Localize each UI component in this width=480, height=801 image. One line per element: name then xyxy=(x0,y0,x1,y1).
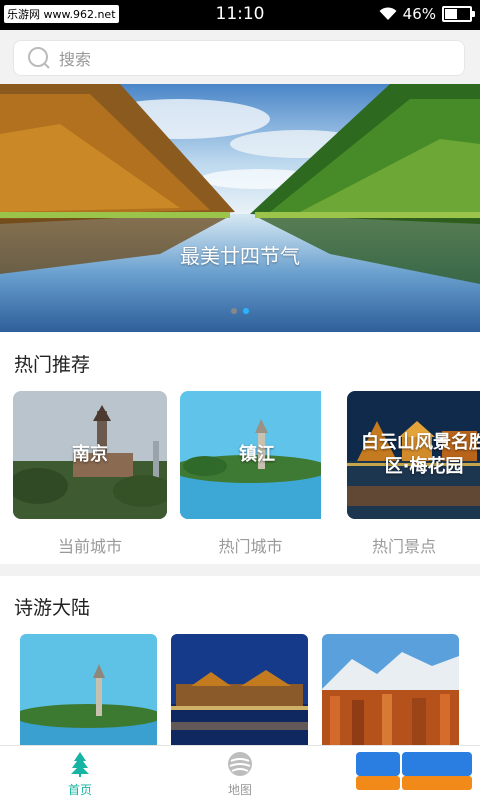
tab-home-label: 首页 xyxy=(67,783,92,797)
poem-card[interactable] xyxy=(171,634,308,754)
carousel-dot-active[interactable] xyxy=(243,308,249,314)
hot-labels: 当前城市 热门城市 热门景点 xyxy=(13,533,474,557)
search-icon xyxy=(28,47,50,69)
tab-map-label: 地图 xyxy=(227,783,252,797)
card-label-current-city: 当前城市 xyxy=(57,537,122,556)
city-card-title: 南京 xyxy=(72,444,108,465)
tab-map[interactable]: 地图 xyxy=(160,746,320,801)
canyon-image xyxy=(322,634,459,754)
poem-cards xyxy=(20,634,459,754)
card-label-hot-city: 热门城市 xyxy=(218,537,283,556)
map-icon xyxy=(228,752,252,776)
scenic-card-title: 白云山风景名胜区·梅花园 xyxy=(361,432,480,477)
banner-image xyxy=(0,84,480,332)
battery-percent: 46% xyxy=(402,5,436,23)
poem-section: 诗游大陆 xyxy=(0,576,480,754)
status-bar: 乐游网 www.962.net 11:10 46% xyxy=(0,0,480,30)
night-town-image xyxy=(171,634,308,754)
hot-section: 热门推荐 南京 镇江 白云山风景名胜区·梅花园 当前城市 热门城市 热门景点 xyxy=(0,332,480,564)
banner-carousel[interactable]: 最美廿四节气 xyxy=(0,84,480,332)
poem-card[interactable] xyxy=(322,634,459,754)
search-area: 搜索 xyxy=(0,30,480,84)
hot-section-title: 热门推荐 xyxy=(14,354,91,376)
tree-icon xyxy=(71,752,89,777)
tab-home[interactable]: 首页 xyxy=(0,746,160,801)
city-card-zhenjiang[interactable]: 镇江 xyxy=(180,391,334,519)
poem-card[interactable] xyxy=(20,634,157,754)
site-watermark-logo xyxy=(356,752,472,790)
battery-fill xyxy=(445,9,457,19)
poem-section-title: 诗游大陆 xyxy=(14,597,91,619)
carousel-dot[interactable] xyxy=(231,308,237,314)
section-divider xyxy=(0,564,480,576)
search-placeholder: 搜索 xyxy=(59,50,92,69)
city-card-title: 镇江 xyxy=(239,444,275,465)
wifi-icon xyxy=(379,7,397,20)
banner-caption: 最美廿四节气 xyxy=(180,244,300,268)
hot-cards: 南京 镇江 白云山风景名胜区·梅花园 xyxy=(13,391,480,519)
search-input[interactable]: 搜索 xyxy=(13,40,465,76)
lake-image xyxy=(20,634,157,754)
city-card-nanjing[interactable]: 南京 xyxy=(13,391,167,519)
status-right: 46% xyxy=(379,5,475,23)
battery-icon xyxy=(442,6,475,22)
scenic-card-baiyunshan[interactable]: 白云山风景名胜区·梅花园 xyxy=(347,391,480,519)
carousel-dots xyxy=(0,308,480,314)
card-label-hot-scenic: 热门景点 xyxy=(371,537,436,556)
